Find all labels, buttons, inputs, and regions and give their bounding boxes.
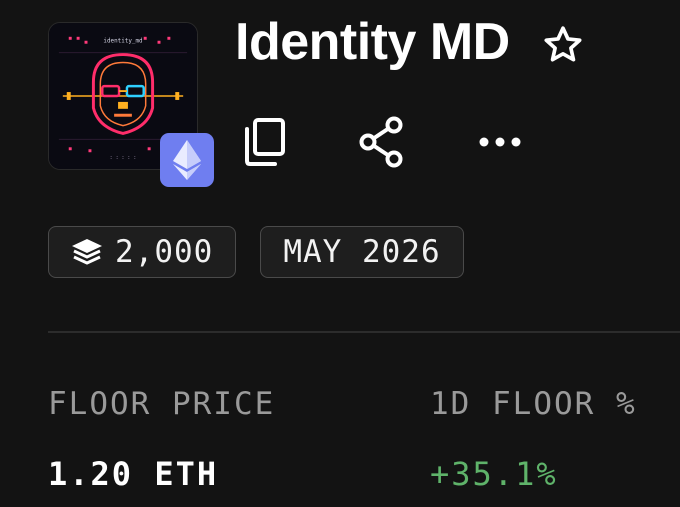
more-options-button[interactable] bbox=[474, 114, 526, 170]
star-outline-icon bbox=[544, 26, 582, 62]
share-button[interactable] bbox=[356, 114, 408, 170]
floor-change-label: 1D FLOOR % bbox=[430, 386, 637, 422]
svg-text:: : : : :: : : : : : bbox=[110, 155, 137, 161]
layers-icon bbox=[71, 238, 103, 266]
floor-price-value: 1.20 ETH bbox=[48, 455, 219, 493]
more-horizontal-icon bbox=[479, 137, 521, 147]
collection-header: Identity MD bbox=[235, 12, 588, 72]
floor-change-value: +35.1% bbox=[430, 455, 558, 493]
svg-text:identity_md: identity_md bbox=[103, 39, 142, 45]
ethereum-icon bbox=[173, 140, 201, 180]
date-chip: MAY 2026 bbox=[260, 226, 464, 278]
action-toolbar bbox=[238, 114, 526, 170]
favorite-button[interactable] bbox=[538, 20, 588, 70]
copy-icon bbox=[245, 118, 285, 166]
copy-button[interactable] bbox=[238, 114, 290, 170]
supply-count: 2,000 bbox=[115, 234, 214, 270]
share-icon bbox=[359, 116, 403, 168]
chain-badge bbox=[160, 133, 214, 187]
date-value: MAY 2026 bbox=[283, 234, 441, 270]
supply-chip: 2,000 bbox=[48, 226, 237, 278]
collection-meta-chips: 2,000 MAY 2026 bbox=[48, 226, 464, 278]
collection-title: Identity MD bbox=[235, 13, 510, 71]
floor-price-label: FLOOR PRICE bbox=[48, 386, 276, 422]
section-divider bbox=[48, 331, 680, 333]
